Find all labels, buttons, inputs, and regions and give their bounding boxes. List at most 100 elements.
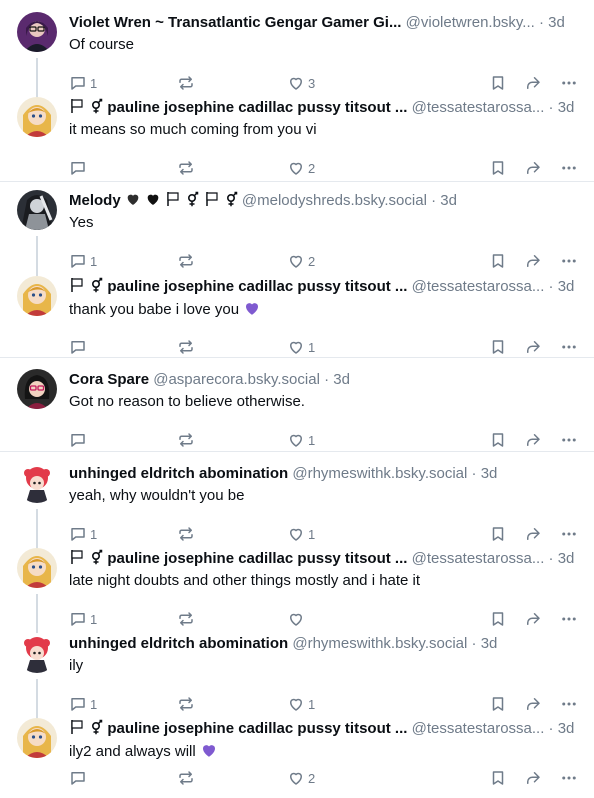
share-button[interactable] bbox=[524, 428, 542, 452]
share-button[interactable] bbox=[524, 156, 542, 180]
bookmark-button[interactable] bbox=[489, 156, 507, 180]
flag-icon bbox=[205, 192, 218, 206]
author-handle[interactable]: @asparecora.bsky.social bbox=[153, 371, 320, 388]
author-handle[interactable]: @melodyshreds.bsky.social bbox=[242, 192, 427, 209]
author-handle[interactable]: @rhymeswithk.bsky.social bbox=[292, 635, 467, 652]
more-options-button[interactable] bbox=[560, 71, 578, 95]
author-name[interactable]: pauline josephine cadillac pussy titsout… bbox=[107, 550, 407, 567]
author-name[interactable]: Violet Wren ~ Transatlantic Gengar Gamer… bbox=[69, 14, 401, 31]
timestamp[interactable]: 3d bbox=[548, 14, 565, 31]
bookmark-button[interactable] bbox=[489, 71, 507, 95]
avatar[interactable] bbox=[17, 12, 57, 52]
ellipsis-icon bbox=[562, 81, 576, 85]
like-button[interactable]: 1 bbox=[287, 692, 315, 716]
timestamp[interactable]: 3d bbox=[558, 278, 575, 295]
author-name[interactable]: pauline josephine cadillac pussy titsout… bbox=[107, 278, 407, 295]
timestamp[interactable]: 3d bbox=[481, 635, 498, 652]
author-name[interactable]: pauline josephine cadillac pussy titsout… bbox=[107, 99, 407, 116]
avatar[interactable] bbox=[17, 633, 57, 673]
repost-button[interactable] bbox=[177, 766, 195, 790]
repost-button[interactable] bbox=[177, 335, 195, 359]
share-button[interactable] bbox=[524, 692, 542, 716]
bookmark-button[interactable] bbox=[489, 607, 507, 631]
share-button[interactable] bbox=[524, 335, 542, 359]
more-options-button[interactable] bbox=[560, 156, 578, 180]
author-handle[interactable]: @tessatestarossa... bbox=[412, 278, 545, 295]
avatar[interactable] bbox=[17, 463, 57, 503]
repost-button[interactable] bbox=[177, 522, 195, 546]
reply-icon bbox=[71, 613, 85, 626]
heart-icon bbox=[290, 613, 302, 626]
avatar[interactable] bbox=[17, 548, 57, 588]
repost-button[interactable] bbox=[177, 692, 195, 716]
share-button[interactable] bbox=[524, 766, 542, 790]
timestamp[interactable]: 3d bbox=[333, 371, 350, 388]
author-handle[interactable]: @tessatestarossa... bbox=[412, 720, 545, 737]
timestamp[interactable]: 3d bbox=[558, 550, 575, 567]
author-handle[interactable]: @violetwren.bsky... bbox=[406, 14, 535, 31]
bookmark-button[interactable] bbox=[489, 335, 507, 359]
avatar[interactable] bbox=[17, 190, 57, 230]
author-name[interactable]: Cora Spare bbox=[69, 371, 149, 388]
bookmark-icon bbox=[492, 254, 504, 268]
timestamp[interactable]: 3d bbox=[558, 99, 575, 116]
bookmark-button[interactable] bbox=[489, 428, 507, 452]
like-button[interactable]: 2 bbox=[287, 766, 315, 790]
more-options-button[interactable] bbox=[560, 522, 578, 546]
reply-button[interactable]: 1 bbox=[69, 249, 97, 273]
reply-button[interactable]: 1 bbox=[69, 71, 97, 95]
avatar[interactable] bbox=[17, 369, 57, 409]
more-options-button[interactable] bbox=[560, 692, 578, 716]
share-button[interactable] bbox=[524, 522, 542, 546]
like-button[interactable]: 1 bbox=[287, 522, 315, 546]
like-button[interactable]: 1 bbox=[287, 428, 315, 452]
like-button[interactable]: 1 bbox=[287, 335, 315, 359]
more-options-button[interactable] bbox=[560, 766, 578, 790]
reply-button[interactable] bbox=[69, 766, 90, 790]
reply-button[interactable]: 1 bbox=[69, 607, 97, 631]
author-name[interactable]: unhinged eldritch abomination bbox=[69, 635, 288, 652]
repost-button[interactable] bbox=[177, 71, 195, 95]
like-button[interactable]: 2 bbox=[287, 156, 315, 180]
timestamp[interactable]: 3d bbox=[481, 465, 498, 482]
bookmark-button[interactable] bbox=[489, 249, 507, 273]
reply-button[interactable]: 1 bbox=[69, 692, 97, 716]
share-button[interactable] bbox=[524, 71, 542, 95]
timestamp[interactable]: 3d bbox=[558, 720, 575, 737]
author-name[interactable]: unhinged eldritch abomination bbox=[69, 465, 288, 482]
like-button[interactable]: 2 bbox=[287, 249, 315, 273]
author-handle[interactable]: @tessatestarossa... bbox=[412, 99, 545, 116]
author-name[interactable]: pauline josephine cadillac pussy titsout… bbox=[107, 720, 407, 737]
share-button[interactable] bbox=[524, 607, 542, 631]
author-name[interactable]: Melody bbox=[69, 192, 121, 209]
more-options-button[interactable] bbox=[560, 607, 578, 631]
transgender-symbol-icon bbox=[92, 277, 103, 293]
reply-button[interactable] bbox=[69, 335, 90, 359]
reply-button[interactable]: 1 bbox=[69, 522, 97, 546]
more-options-button[interactable] bbox=[560, 428, 578, 452]
share-button[interactable] bbox=[524, 249, 542, 273]
avatar[interactable] bbox=[17, 276, 57, 316]
heart-icon bbox=[290, 341, 302, 354]
like-button[interactable]: 3 bbox=[287, 71, 315, 95]
repost-button[interactable] bbox=[177, 156, 195, 180]
transgender-symbol-icon bbox=[92, 549, 103, 565]
repost-button[interactable] bbox=[177, 428, 195, 452]
bookmark-icon bbox=[492, 433, 504, 447]
like-button[interactable] bbox=[287, 607, 308, 631]
author-handle[interactable]: @tessatestarossa... bbox=[412, 550, 545, 567]
bookmark-button[interactable] bbox=[489, 766, 507, 790]
reply-button[interactable] bbox=[69, 156, 90, 180]
timestamp[interactable]: 3d bbox=[440, 192, 457, 209]
more-options-button[interactable] bbox=[560, 249, 578, 273]
reply-button[interactable] bbox=[69, 428, 90, 452]
flag-icon bbox=[167, 192, 179, 206]
avatar[interactable] bbox=[17, 97, 57, 137]
author-handle[interactable]: @rhymeswithk.bsky.social bbox=[292, 465, 467, 482]
repost-button[interactable] bbox=[177, 607, 195, 631]
more-options-button[interactable] bbox=[560, 335, 578, 359]
bookmark-button[interactable] bbox=[489, 522, 507, 546]
avatar[interactable] bbox=[17, 718, 57, 758]
repost-button[interactable] bbox=[177, 249, 195, 273]
bookmark-button[interactable] bbox=[489, 692, 507, 716]
